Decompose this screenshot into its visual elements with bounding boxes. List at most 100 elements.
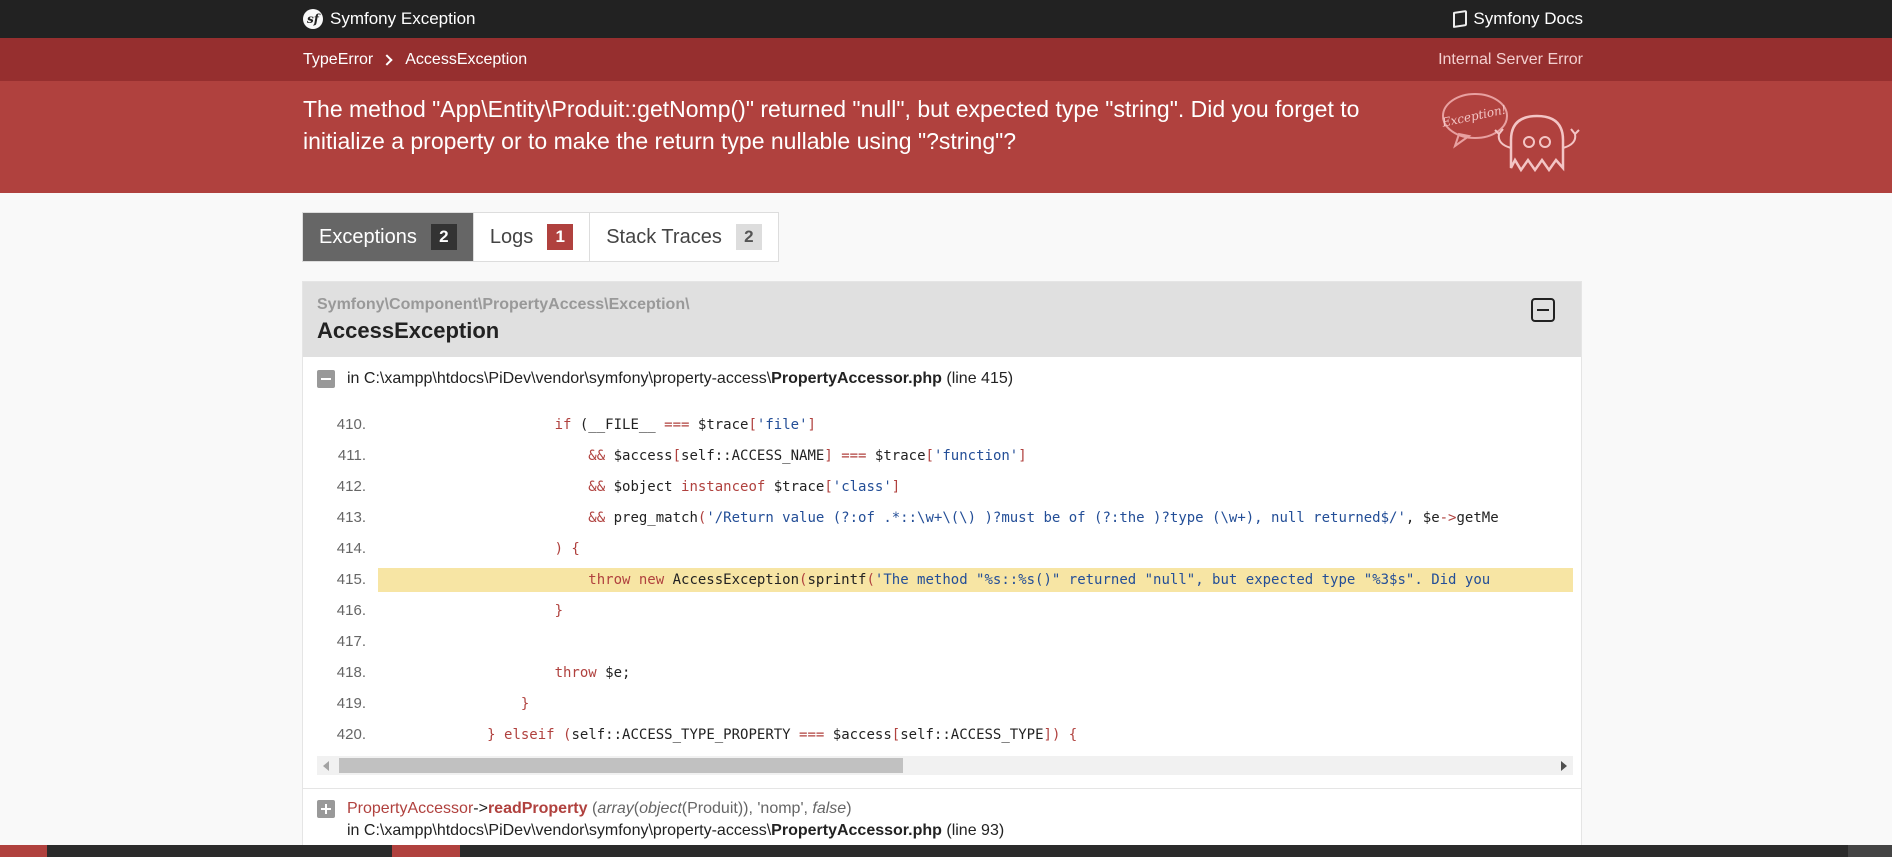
code-token: ( — [799, 571, 808, 588]
line-number: 410. — [336, 416, 366, 433]
tab-logs-label: Logs — [489, 225, 534, 248]
ghost-bubble-text: Exception! — [1441, 102, 1508, 130]
line-number: 420. — [336, 726, 366, 743]
scrollbar-thumb[interactable] — [339, 758, 903, 773]
line-number: 419. — [336, 695, 366, 712]
code-horizontal-scrollbar[interactable] — [317, 756, 1573, 775]
scroll-left-arrow-icon[interactable] — [323, 761, 329, 771]
code-token: 'The method "%s::%s()" returned "null", … — [874, 571, 1491, 588]
exception-breadcrumb-bar: TypeError AccessException HTTP 500 Inter… — [0, 38, 1892, 194]
code-token: AccessException — [664, 571, 800, 588]
code-token: $trace — [866, 447, 926, 464]
arg-array: array — [597, 800, 634, 817]
code-token: self::ACCESS_NAME — [681, 447, 825, 464]
code-token: throw — [554, 664, 597, 681]
exception-namespace: Symfony\Component\PropertyAccess\Excepti… — [317, 296, 690, 313]
line-number: 412. — [336, 478, 366, 495]
expand-trace-icon[interactable] — [317, 800, 335, 818]
code-text: if (__FILE__ === $trace['file'] — [378, 413, 1573, 437]
code-token: __FILE__ — [588, 416, 656, 433]
code-text: && $access[self::ACCESS_NAME] === $trace… — [378, 444, 1573, 468]
book-icon — [1453, 10, 1468, 28]
exception-class-name: AccessException — [317, 318, 500, 343]
code-token: [ — [891, 726, 901, 743]
symfony-logo-icon: sf — [303, 9, 323, 29]
trace-args: (array(object(Produit)), 'nomp', false) — [592, 800, 852, 817]
code-text: && preg_match('/Return value (?:of .*::\… — [378, 506, 1573, 530]
trace-file-name: PropertyAccessor.php — [771, 822, 942, 839]
scroll-right-arrow-icon[interactable] — [1561, 761, 1567, 771]
tab-stack-traces[interactable]: Stack Traces 2 — [590, 213, 778, 261]
code-token: $access — [824, 726, 892, 743]
collapse-exception-button[interactable] — [1531, 298, 1555, 322]
trace-entry-file: in C:\xampp\htdocs\PiDev\vendor\symfony\… — [347, 822, 1004, 840]
code-token: ( — [563, 726, 572, 743]
arg-false: false — [812, 800, 847, 817]
taskbar-item[interactable] — [0, 845, 47, 857]
code-token: ] — [891, 478, 901, 495]
file-name: PropertyAccessor.php — [771, 370, 942, 387]
code-token: $e; — [596, 664, 631, 681]
arg-object-class: (Produit) — [681, 800, 744, 817]
code-text: && $object instanceof $trace['class'] — [378, 475, 1573, 499]
code-token: ]) { — [1043, 726, 1078, 743]
breadcrumb-typeerror[interactable]: TypeError — [303, 51, 373, 69]
line-number: 417. — [336, 633, 366, 650]
code-token: if — [554, 416, 572, 433]
code-token: === — [664, 416, 690, 433]
code-token: ] — [824, 447, 833, 464]
code-token: } — [554, 602, 564, 619]
breadcrumb-accessexception[interactable]: AccessException — [405, 51, 527, 69]
code-token: ( — [866, 571, 875, 588]
code-token: && — [588, 447, 606, 464]
code-line: 410. if (__FILE__ === $trace['file'] — [317, 409, 1573, 440]
chevron-right-icon — [381, 54, 393, 66]
taskbar-item[interactable] — [1848, 845, 1892, 857]
symfony-docs-link[interactable]: Symfony Docs — [1453, 9, 1583, 29]
code-token: === — [841, 447, 867, 464]
code-line: 420. } elseif (self::ACCESS_TYPE_PROPERT… — [317, 719, 1573, 745]
exception-message-bar: The method "App\Entity\Produit::getNomp(… — [0, 81, 1892, 193]
tab-exceptions[interactable]: Exceptions 2 — [303, 213, 474, 261]
code-token: 'class' — [832, 478, 892, 495]
line-number: 415. — [336, 571, 366, 588]
code-text: throw $e; — [378, 661, 1573, 685]
code-token: throw new — [588, 571, 665, 588]
code-token: ( — [571, 416, 589, 433]
code-line: 419. } — [317, 688, 1573, 719]
trace-file-line[interactable]: in C:\xampp\htdocs\PiDev\vendor\symfony\… — [317, 370, 1013, 388]
taskbar-item[interactable] — [392, 845, 460, 857]
brand-label: Symfony Exception — [330, 9, 476, 28]
code-token: $trace — [765, 478, 825, 495]
line-number: 418. — [336, 664, 366, 681]
code-text — [378, 630, 1573, 654]
tab-logs[interactable]: Logs 1 — [474, 213, 591, 261]
code-token: -> — [1439, 509, 1457, 526]
status-text: Internal Server Error — [1438, 51, 1583, 68]
trace-call[interactable]: PropertyAccessor->readProperty (array(ob… — [347, 800, 852, 818]
trace-arrow: -> — [473, 800, 488, 817]
top-bar: sf Symfony Exception Symfony Docs — [0, 0, 1892, 38]
breadcrumb: TypeError AccessException — [303, 51, 527, 69]
code-token: [ — [824, 478, 833, 495]
symfony-brand-link[interactable]: sf Symfony Exception — [303, 9, 476, 29]
collapse-trace-icon[interactable] — [317, 370, 335, 388]
code-line: 417. — [317, 626, 1573, 657]
trace-method: readProperty — [487, 800, 588, 817]
file-line-number: (line 415) — [946, 370, 1014, 387]
code-line: 418. throw $e; — [317, 657, 1573, 688]
exception-ghost-illustration: Exception! — [1441, 93, 1580, 173]
trace-file-line-number: (line 93) — [946, 822, 1005, 839]
http-status: HTTP 500 Internal Server Error — [1438, 51, 1583, 194]
line-number: 413. — [336, 509, 366, 526]
code-text: } — [378, 599, 1573, 623]
